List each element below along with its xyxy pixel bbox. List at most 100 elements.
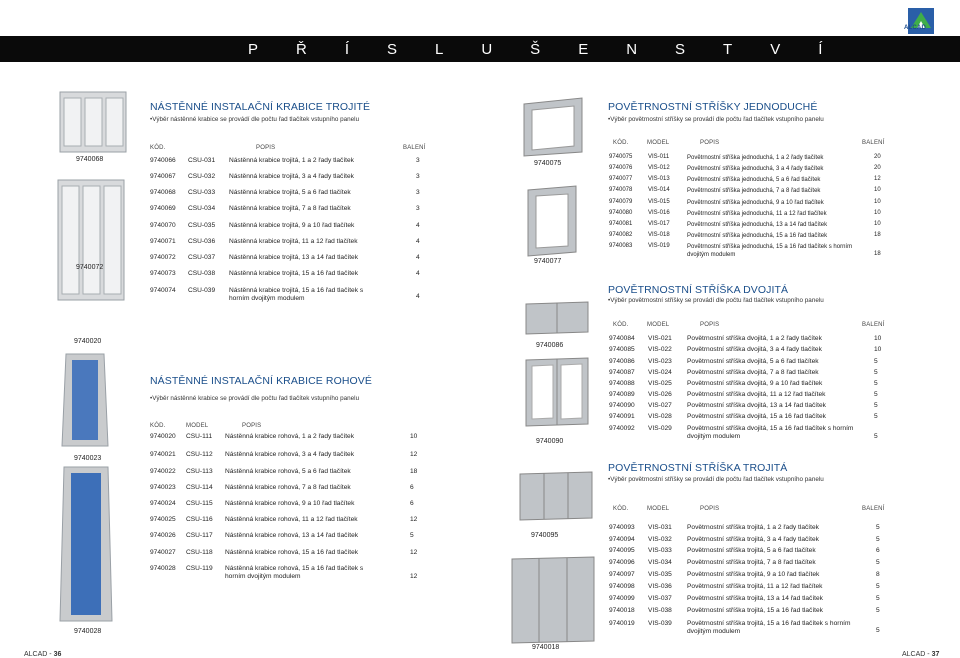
cell-popis: Povětrnostní stříška jednoduchá, 1 a 2 ř… xyxy=(687,155,824,161)
image-label: 9740020 xyxy=(74,338,102,345)
cell-kod: 9740025 xyxy=(150,516,176,523)
cell-kod: 9740027 xyxy=(150,549,176,556)
cell-kod: 9740099 xyxy=(609,595,635,602)
cell-model: VIS-036 xyxy=(648,583,672,590)
title-banner: PŘÍSLUŠENSTVÍ xyxy=(0,36,960,62)
cell-popis: Povětrnostní stříška jednoduchá, 3 a 4 ř… xyxy=(687,166,824,172)
cell-model: VIS-015 xyxy=(648,199,670,205)
cell-baleni: 4 xyxy=(416,254,420,261)
cell-baleni: 10 xyxy=(874,335,882,342)
cell-popis: Povětrnostní stříška jednoduchá, 5 a 6 ř… xyxy=(687,177,821,183)
cell-popis: Povětrnostní stříška jednoduchá, 13 a 14… xyxy=(687,222,828,228)
cell-model: VIS-026 xyxy=(648,391,672,398)
cell-popis: Povětrnostní stříška trojitá, 1 a 2 řady… xyxy=(687,524,819,531)
cell-kod: 9740074 xyxy=(150,287,176,294)
section-subtitle: •Výběr nástěnné krabice se provádí dle p… xyxy=(150,395,360,402)
cell-popis: Povětrnostní stříška jednoduchá, 15 a 16… xyxy=(687,233,828,239)
cell-popis: Povětrnostní stříška jednoduchá, 9 a 10 … xyxy=(687,200,824,206)
cell-popis: Povětrnostní stříška trojitá, 15 a 16 řa… xyxy=(687,620,851,635)
cell-baleni: 5 xyxy=(874,358,878,365)
cell-baleni: 5 xyxy=(874,433,878,440)
cell-baleni: 10 xyxy=(874,187,881,193)
cell-baleni: 18 xyxy=(874,232,881,238)
cell-model: CSU-117 xyxy=(186,532,213,539)
cell-popis: Povětrnostní stříška dvojitá, 15 a 16 řa… xyxy=(687,425,854,440)
cell-popis: Povětrnostní stříška dvojitá, 11 a 12 řa… xyxy=(687,391,826,398)
cell-model: VIS-039 xyxy=(648,620,672,627)
section-title-triple-canopy: POVĚTRNOSTNÍ STŘÍŠKA TROJITÁ xyxy=(608,462,788,474)
footer-page-number: 36 xyxy=(53,651,62,658)
cell-kod: 9740088 xyxy=(609,380,635,387)
cell-model: VIS-014 xyxy=(648,187,670,193)
cell-baleni: 5 xyxy=(410,532,414,539)
cell-model: VIS-034 xyxy=(648,559,672,566)
cell-baleni: 3 xyxy=(416,157,420,164)
cell-model: VIS-016 xyxy=(648,210,670,216)
cell-baleni: 4 xyxy=(416,293,420,300)
cell-baleni: 10 xyxy=(874,221,881,227)
cell-kod: 9740089 xyxy=(609,391,635,398)
cell-model: VIS-017 xyxy=(648,221,670,227)
cell-model: VIS-031 xyxy=(648,524,672,531)
cell-baleni: 10 xyxy=(874,210,881,216)
cell-model: VIS-032 xyxy=(648,536,672,543)
column-header-description: POPIS xyxy=(242,423,262,429)
banner-title: PŘÍSLUŠENSTVÍ xyxy=(248,41,861,58)
column-header-model: MODEL xyxy=(647,322,670,328)
cell-kod: 9740094 xyxy=(609,536,635,543)
cell-kod: 9740021 xyxy=(150,451,176,458)
corner-box-photo-small xyxy=(61,353,109,447)
cell-popis: Povětrnostní stříška trojitá, 13 a 14 řa… xyxy=(687,595,823,602)
cell-baleni: 10 xyxy=(874,199,881,205)
cell-model: CSU-038 xyxy=(188,270,216,277)
cell-popis: Nástěnná krabice rohová, 15 a 16 řad tla… xyxy=(225,549,359,556)
cell-model: CSU-035 xyxy=(188,222,216,229)
image-label: 9740023 xyxy=(74,455,102,462)
cell-popis: Povětrnostní stříška jednoduchá, 11 a 12… xyxy=(687,211,827,217)
single-canopy-photo-large xyxy=(527,185,577,257)
cell-kod: 9740078 xyxy=(609,187,633,193)
cell-model: CSU-119 xyxy=(186,565,213,572)
cell-model: CSU-039 xyxy=(188,287,216,294)
cell-model: VIS-013 xyxy=(648,176,670,182)
triple-canopy-photo-large xyxy=(511,556,595,644)
cell-model: VIS-027 xyxy=(648,402,672,409)
cell-baleni: 5 xyxy=(876,607,880,614)
image-label: 9740072 xyxy=(76,264,104,271)
cell-baleni: 5 xyxy=(876,536,880,543)
cell-popis: Nástěnná krabice trojitá, 7 a 8 řad tlač… xyxy=(229,205,351,212)
cell-baleni: 6 xyxy=(876,547,880,554)
image-label: 9740095 xyxy=(531,532,559,539)
cell-kod: 9740069 xyxy=(150,205,176,212)
cell-baleni: 10 xyxy=(410,433,418,440)
cell-model: CSU-113 xyxy=(186,468,213,475)
cell-kod: 9740079 xyxy=(609,199,633,205)
column-header-model: MODEL xyxy=(186,423,209,429)
cell-model: VIS-012 xyxy=(648,165,670,171)
cell-popis: Povětrnostní stříška trojitá, 9 a 10 řad… xyxy=(687,571,820,578)
cell-kod: 9740077 xyxy=(609,176,633,182)
image-label: 9740075 xyxy=(534,160,562,167)
footer-brand: ALCAD - xyxy=(24,651,54,658)
cell-baleni: 4 xyxy=(416,222,420,229)
cell-model: VIS-019 xyxy=(648,243,670,249)
cell-kod: 9740070 xyxy=(150,222,176,229)
cell-popis: Povětrnostní stříška jednoduchá, 15 a 16… xyxy=(687,244,853,258)
cell-popis: Nástěnná krabice trojitá, 5 a 6 řad tlač… xyxy=(229,189,351,196)
section-title-corner-boxes: NÁSTĚNNÉ INSTALAČNÍ KRABICE ROHOVÉ xyxy=(150,375,372,387)
cell-kod: 9740090 xyxy=(609,402,635,409)
triple-box-photo-large xyxy=(57,179,125,301)
image-label: 9740077 xyxy=(534,258,562,265)
cell-popis: Nástěnná krabice rohová, 1 a 2 řady tlač… xyxy=(225,433,355,440)
cell-baleni: 6 xyxy=(410,484,414,491)
column-header-package: BALENÍ xyxy=(862,322,885,328)
image-label: 9740086 xyxy=(536,342,564,349)
cell-model: CSU-111 xyxy=(186,433,213,440)
cell-baleni: 12 xyxy=(410,516,418,523)
cell-kod: 9740020 xyxy=(150,433,176,440)
cell-baleni: 5 xyxy=(874,413,878,420)
cell-popis: Nástěnná krabice rohová, 15 a 16 řad tla… xyxy=(225,565,364,580)
column-header-model: MODEL xyxy=(647,506,670,512)
cell-kod: 9740098 xyxy=(609,583,635,590)
cell-model: VIS-028 xyxy=(648,413,672,420)
